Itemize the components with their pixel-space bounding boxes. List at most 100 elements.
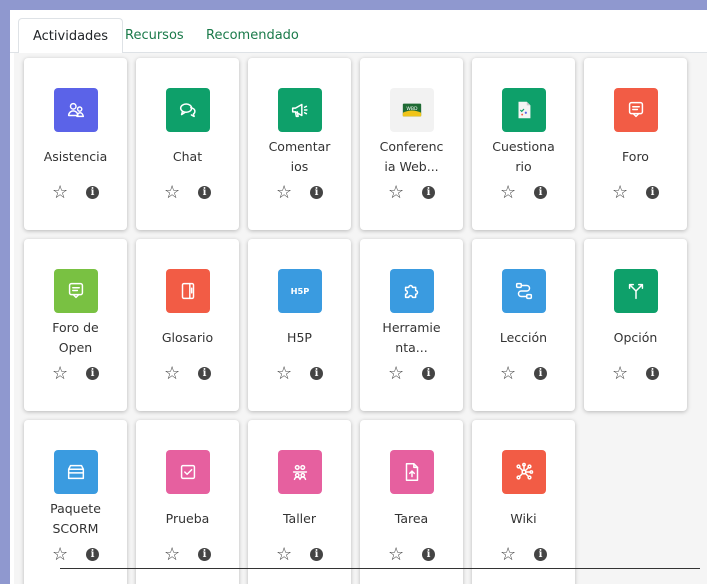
tab-recomendado[interactable]: Recomendado [192, 18, 313, 53]
info-icon[interactable]: i [198, 186, 211, 199]
choice-icon [614, 269, 658, 313]
tab-recursos[interactable]: Recursos [111, 18, 198, 53]
module-actions: ☆ i [136, 363, 239, 385]
module-card-herramienta[interactable]: Herramie nta... ☆ i [360, 239, 463, 411]
info-icon[interactable]: i [86, 548, 99, 561]
star-icon[interactable]: ☆ [388, 363, 404, 385]
module-card-glosario[interactable]: Glosario ☆ i [136, 239, 239, 411]
module-actions: ☆ i [472, 544, 575, 566]
svg-text:WBD: WBD [406, 106, 418, 112]
module-card-leccion[interactable]: Lección ☆ i [472, 239, 575, 411]
workshop-icon [278, 450, 322, 494]
module-label: Foro [622, 149, 649, 164]
star-icon[interactable]: ☆ [276, 544, 292, 566]
star-icon[interactable]: ☆ [276, 363, 292, 385]
quiz-icon [166, 450, 210, 494]
module-actions: ☆ i [248, 544, 351, 566]
module-actions: ☆ i [136, 544, 239, 566]
module-actions: ☆ i [584, 363, 687, 385]
info-icon[interactable]: i [198, 367, 211, 380]
info-icon[interactable]: i [86, 367, 99, 380]
module-actions: ☆ i [248, 363, 351, 385]
star-icon[interactable]: ☆ [276, 182, 292, 204]
activity-chooser-panel: Actividades Recursos Recomendado Asisten… [10, 10, 707, 584]
assignment-icon [390, 450, 434, 494]
module-label: Cuestiona rio [492, 139, 555, 174]
star-icon[interactable]: ☆ [52, 544, 68, 566]
module-grid: Asistencia ☆ i Chat ☆ i Comentar ios ☆ i WBD Confe… [14, 53, 707, 584]
module-card-comentarios[interactable]: Comentar ios ☆ i [248, 58, 351, 230]
module-actions: ☆ i [360, 182, 463, 204]
star-icon[interactable]: ☆ [164, 544, 180, 566]
module-label: Herramie nta... [382, 320, 441, 355]
tab-bar: Actividades Recursos Recomendado [10, 10, 707, 54]
module-label: Asistencia [43, 149, 108, 164]
open-forum-icon [54, 269, 98, 313]
module-label: Glosario [161, 330, 214, 345]
tab-actividades[interactable]: Actividades [18, 18, 124, 54]
star-icon[interactable]: ☆ [164, 182, 180, 204]
info-icon[interactable]: i [86, 186, 99, 199]
star-icon[interactable]: ☆ [52, 363, 68, 385]
h5p-icon: H5P [278, 269, 322, 313]
info-icon[interactable]: i [198, 548, 211, 561]
info-icon[interactable]: i [646, 186, 659, 199]
module-label: Foro de Open [52, 320, 99, 355]
scorm-package-icon [54, 450, 98, 494]
module-card-prueba[interactable]: Prueba ☆ i [136, 420, 239, 584]
module-label: Comentar ios [268, 139, 331, 174]
wiki-icon [502, 450, 546, 494]
module-actions: ☆ i [472, 182, 575, 204]
svg-text:H5P: H5P [291, 286, 310, 296]
info-icon[interactable]: i [422, 367, 435, 380]
module-actions: ☆ i [360, 363, 463, 385]
module-card-foro[interactable]: Foro ☆ i [584, 58, 687, 230]
info-icon[interactable]: i [534, 548, 547, 561]
module-label: Lección [499, 330, 548, 345]
module-card-conferencia-web[interactable]: WBD Conferenc ia Web... ☆ i [360, 58, 463, 230]
info-icon[interactable]: i [534, 186, 547, 199]
module-card-chat[interactable]: Chat ☆ i [136, 58, 239, 230]
module-card-paquetescorm[interactable]: Paquete SCORM ☆ i [24, 420, 127, 584]
info-icon[interactable]: i [422, 548, 435, 561]
info-icon[interactable]: i [646, 367, 659, 380]
star-icon[interactable]: ☆ [52, 182, 68, 204]
star-icon[interactable]: ☆ [500, 363, 516, 385]
module-label: Conferenc ia Web... [379, 139, 444, 174]
module-card-h5p[interactable]: H5P H5P ☆ i [248, 239, 351, 411]
chat-icon [166, 88, 210, 132]
module-actions: ☆ i [136, 182, 239, 204]
module-card-tarea[interactable]: Tarea ☆ i [360, 420, 463, 584]
module-label: Paquete SCORM [50, 501, 101, 536]
glossary-icon [166, 269, 210, 313]
info-icon[interactable]: i [310, 548, 323, 561]
questionnaire-icon [502, 88, 546, 132]
puzzle-icon [390, 269, 434, 313]
star-icon[interactable]: ☆ [612, 182, 628, 204]
module-card-asistencia[interactable]: Asistencia ☆ i [24, 58, 127, 230]
attendance-icon [54, 88, 98, 132]
module-label: Opción [613, 330, 658, 345]
lesson-icon [502, 269, 546, 313]
star-icon[interactable]: ☆ [388, 182, 404, 204]
module-card-taller[interactable]: Taller ☆ i [248, 420, 351, 584]
star-icon[interactable]: ☆ [500, 544, 516, 566]
star-icon[interactable]: ☆ [500, 182, 516, 204]
module-label: Chat [172, 149, 203, 164]
info-icon[interactable]: i [422, 186, 435, 199]
module-actions: ☆ i [472, 363, 575, 385]
star-icon[interactable]: ☆ [388, 544, 404, 566]
star-icon[interactable]: ☆ [612, 363, 628, 385]
module-label: Taller [282, 511, 316, 526]
info-icon[interactable]: i [310, 367, 323, 380]
star-icon[interactable]: ☆ [164, 363, 180, 385]
megaphone-icon [278, 88, 322, 132]
module-actions: ☆ i [360, 544, 463, 566]
module-card-wiki[interactable]: Wiki ☆ i [472, 420, 575, 584]
module-card-cuestionario[interactable]: Cuestiona rio ☆ i [472, 58, 575, 230]
info-icon[interactable]: i [534, 367, 547, 380]
module-label: Prueba [165, 511, 210, 526]
module-card-foro-deopen[interactable]: Foro de Open ☆ i [24, 239, 127, 411]
module-card-opcion[interactable]: Opción ☆ i [584, 239, 687, 411]
info-icon[interactable]: i [310, 186, 323, 199]
